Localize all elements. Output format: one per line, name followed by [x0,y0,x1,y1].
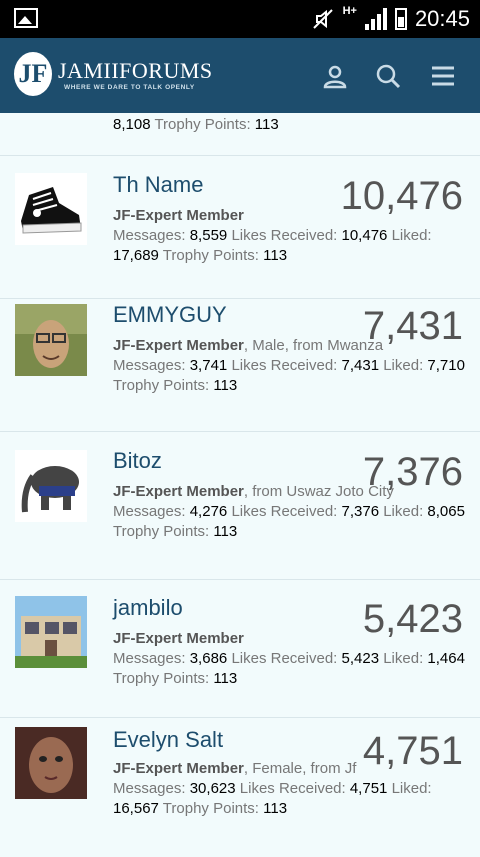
member-rank: JF-Expert Member [113,337,244,354]
member-name[interactable]: Evelyn Salt [113,727,223,753]
member-extra: , Female, from Jf [243,760,357,777]
member-extra: , from Uswaz Joto City [243,483,394,500]
mute-icon [312,9,333,29]
likes-received-label: Likes Received: [231,357,338,374]
trophy-label: Trophy Points: [113,670,210,687]
trophy-label: Trophy Points: [162,247,259,264]
messages-label: Messages: [113,227,186,244]
liked-value: 1,464 [427,650,465,667]
likes-received-value: 5,423 [341,650,380,667]
member-rank: JF-Expert Member [113,207,244,224]
member-info: JF-Expert Member Messages: 8,559 Likes R… [113,206,465,266]
app-header: JF JAMIIFORUMS WHERE WE DARE TO TALK OPE… [0,38,480,113]
list-item-partial[interactable]: 8,108 Trophy Points: 113 [0,113,480,156]
logo-icon[interactable]: JF [14,52,52,96]
messages-value: 8,559 [189,227,228,244]
battery-icon [394,8,407,30]
list-item[interactable]: EMMYGUY 7,431 JF-Expert Member, Male, fr… [0,299,480,432]
member-info: JF-Expert Member, Male, from Mwanza Mess… [113,336,465,396]
avatar[interactable] [15,450,87,522]
member-name[interactable]: EMMYGUY [113,302,227,328]
likes-received-label: Likes Received: [231,650,338,667]
avatar[interactable] [15,173,87,245]
status-bar: H+ 20:45 [0,0,480,38]
logo-tagline: WHERE WE DARE TO TALK OPENLY [64,84,195,91]
trophy-label: Trophy Points: [162,800,259,817]
signal-icon [364,8,387,30]
liked-value: 17,689 [113,247,159,264]
likes-received-label: Likes Received: [239,780,346,797]
network-type: H+ [342,5,357,17]
gallery-notification-icon [14,8,38,28]
member-info: JF-Expert Member, Female, from Jf Messag… [113,759,465,819]
likes-received-label: Likes Received: [231,503,338,520]
sneaker-avatar-image [15,173,87,245]
liked-value: 8,108 [113,116,151,133]
member-rank: JF-Expert Member [113,630,244,647]
likes-received-value: 7,431 [341,357,380,374]
trophy-value: 113 [254,116,279,133]
logo-text[interactable]: JAMIIFORUMS [58,58,213,84]
member-name[interactable]: Th Name [113,172,203,198]
house-avatar-image [15,596,87,668]
avatar[interactable] [15,596,87,668]
painting-avatar-image [15,304,87,376]
member-extra: , Male, from Mwanza [243,337,384,354]
list-item[interactable]: jambilo 5,423 JF-Expert Member Messages:… [0,580,480,718]
liked-value: 8,065 [427,503,465,520]
menu-icon[interactable] [429,62,457,90]
trophy-label: Trophy Points: [113,377,210,394]
liked-label: Liked: [391,227,432,244]
liked-label: Liked: [383,503,424,520]
list-item[interactable]: Evelyn Salt 4,751 JF-Expert Member, Fema… [0,718,480,857]
trophy-value: 113 [213,670,238,687]
member-rank: JF-Expert Member [113,483,244,500]
likes-received-value: 10,476 [341,227,388,244]
liked-label: Liked: [383,357,424,374]
trophy-value: 113 [213,377,238,394]
trophy-value: 113 [263,800,288,817]
trophy-label: Trophy Points: [113,523,210,540]
list-item[interactable]: Bitoz 7,376 JF-Expert Member, from Uswaz… [0,432,480,580]
messages-label: Messages: [113,650,186,667]
likes-received-label: Likes Received: [231,227,338,244]
status-icons: H+ 20:45 [311,0,470,38]
messages-value: 30,623 [189,780,236,797]
liked-label: Liked: [383,650,424,667]
member-info: JF-Expert Member, from Uswaz Joto City M… [113,482,465,542]
member-stats: 8,108 Trophy Points: 113 [113,115,465,135]
member-name[interactable]: jambilo [113,595,183,621]
likes-received-value: 4,751 [349,780,388,797]
search-icon[interactable] [374,62,402,90]
messages-value: 4,276 [189,503,228,520]
clock: 20:45 [414,6,470,31]
members-list: 8,108 Trophy Points: 113 Th Name 10,476 … [0,113,480,857]
messages-label: Messages: [113,503,186,520]
user-icon[interactable] [321,62,349,90]
messages-value: 3,686 [189,650,228,667]
liked-value: 16,567 [113,800,159,817]
likes-received-value: 7,376 [341,503,380,520]
messages-label: Messages: [113,780,186,797]
avatar[interactable] [15,304,87,376]
messages-label: Messages: [113,357,186,374]
trophy-value: 113 [213,523,238,540]
messages-value: 3,741 [189,357,228,374]
avatar[interactable] [15,727,87,799]
member-info: JF-Expert Member Messages: 3,686 Likes R… [113,629,465,689]
member-name[interactable]: Bitoz [113,448,162,474]
liked-value: 7,710 [427,357,465,374]
elephant-avatar-image [15,450,87,522]
list-item[interactable]: Th Name 10,476 JF-Expert Member Messages… [0,156,480,299]
child-photo-avatar-image [15,727,87,799]
trophy-value: 113 [263,247,288,264]
trophy-label: Trophy Points: [154,116,251,133]
member-rank: JF-Expert Member [113,760,244,777]
liked-label: Liked: [391,780,432,797]
